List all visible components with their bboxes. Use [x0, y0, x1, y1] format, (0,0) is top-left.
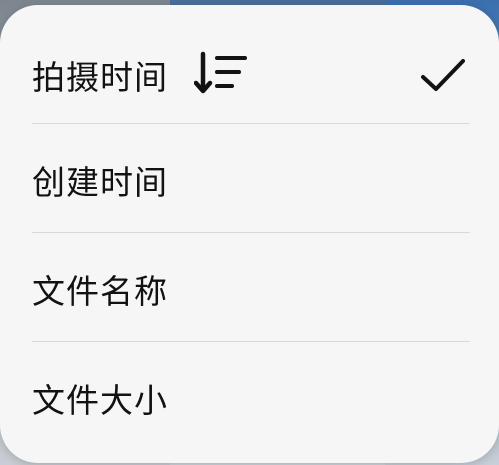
menu-item-label: 拍摄时间 [32, 58, 168, 97]
menu-item-file-name[interactable]: 文件名称 [0, 235, 499, 343]
menu-item-creation-time[interactable]: 创建时间 [0, 126, 499, 234]
menu-item-label: 文件名称 [32, 272, 168, 311]
menu-item-label: 创建时间 [32, 163, 168, 202]
menu-divider [32, 123, 470, 124]
menu-item-file-size[interactable]: 文件大小 [0, 344, 499, 452]
sort-menu: 拍摄时间 创建时间 文件名称 文件大小 [0, 5, 499, 463]
menu-divider [32, 232, 470, 233]
sort-descending-icon[interactable] [193, 50, 250, 98]
menu-divider [32, 341, 470, 342]
menu-item-label: 文件大小 [32, 381, 168, 420]
checkmark-icon [420, 58, 466, 94]
